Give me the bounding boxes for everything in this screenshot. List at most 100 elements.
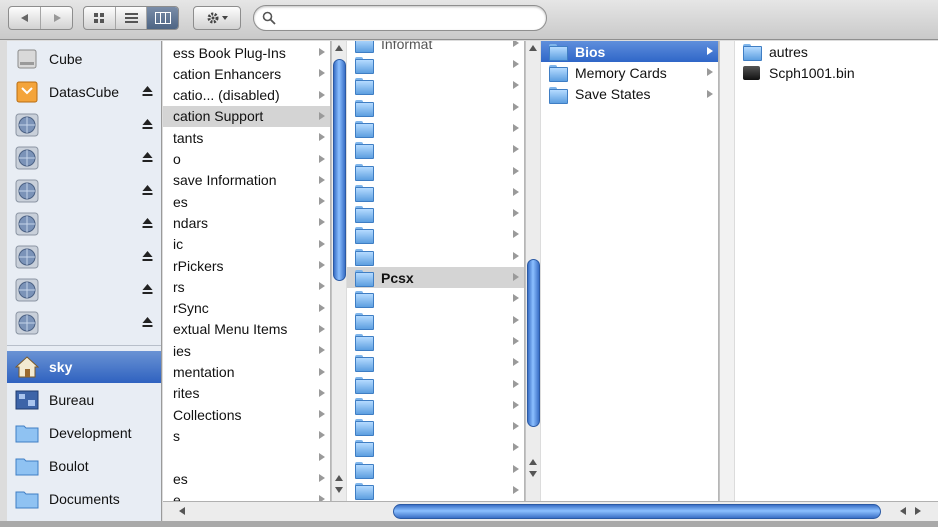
row-label: rs (173, 278, 185, 295)
list-item[interactable]: ndars (163, 212, 330, 233)
list-item[interactable] (347, 246, 524, 267)
scroll-down-arrow[interactable] (529, 471, 537, 477)
list-item[interactable]: Scph1001.bin (735, 62, 938, 83)
sidebar-item-network-volume[interactable] (7, 109, 161, 141)
scroll-thumb[interactable] (527, 259, 540, 427)
list-item[interactable]: cation Support (163, 105, 330, 127)
eject-icon[interactable] (142, 250, 153, 262)
list-item[interactable] (347, 459, 524, 480)
list-item[interactable] (347, 352, 524, 373)
list-item[interactable]: save Information (163, 170, 330, 191)
list-item[interactable]: Bios (541, 41, 718, 62)
sidebar-item-sky[interactable]: sky (7, 351, 161, 383)
list-item[interactable] (347, 288, 524, 309)
list-item[interactable]: es (163, 468, 330, 489)
list-item[interactable] (347, 97, 524, 118)
list-item[interactable]: e (163, 489, 330, 501)
list-item[interactable]: s (163, 425, 330, 446)
list-item[interactable]: rPickers (163, 255, 330, 276)
list-item[interactable]: rSync (163, 298, 330, 319)
list-item[interactable]: Memory Cards (541, 62, 718, 83)
column-1-scrollbar[interactable] (331, 41, 346, 501)
sidebar-item-network-volume[interactable] (7, 307, 161, 339)
list-item[interactable]: mentation (163, 362, 330, 383)
list-item[interactable] (347, 374, 524, 395)
forward-button[interactable] (41, 7, 72, 29)
sidebar-item-datascube[interactable]: DatasCube (7, 76, 161, 108)
list-item[interactable] (347, 182, 524, 203)
eject-icon[interactable] (142, 283, 153, 295)
scroll-down-arrow[interactable] (335, 487, 343, 493)
list-item[interactable]: tants (163, 127, 330, 148)
list-item[interactable]: ic (163, 234, 330, 255)
scroll-up-arrow[interactable] (529, 459, 537, 465)
sidebar-item-network-volume[interactable] (7, 274, 161, 306)
search-input[interactable] (280, 10, 538, 26)
list-item[interactable] (347, 75, 524, 96)
list-item[interactable] (347, 437, 524, 458)
list-item[interactable]: o (163, 149, 330, 170)
list-item[interactable] (347, 139, 524, 160)
icon-view-button[interactable] (84, 7, 116, 29)
scroll-right-arrow[interactable] (915, 507, 921, 515)
column-2-scrollbar[interactable] (525, 41, 540, 501)
list-item[interactable] (347, 331, 524, 352)
list-item[interactable] (347, 480, 524, 501)
eject-icon[interactable] (142, 85, 153, 97)
scroll-up-arrow[interactable] (335, 45, 343, 51)
eject-icon[interactable] (142, 316, 153, 328)
scroll-up-arrow[interactable] (529, 45, 537, 51)
back-button[interactable] (9, 7, 41, 29)
list-item[interactable]: es (163, 191, 330, 212)
eject-icon[interactable] (142, 184, 153, 196)
list-item[interactable]: autres (735, 41, 938, 62)
eject-icon[interactable] (142, 217, 153, 229)
list-item[interactable]: rites (163, 383, 330, 404)
list-view-button[interactable] (116, 7, 148, 29)
sidebar-item-network-volume[interactable] (7, 175, 161, 207)
list-item[interactable]: rs (163, 276, 330, 297)
sidebar-item-network-volume[interactable] (7, 208, 161, 240)
list-item[interactable] (347, 224, 524, 245)
horizontal-scrollbar[interactable] (163, 501, 938, 521)
scroll-left-arrow[interactable] (179, 507, 185, 515)
sidebar-item-bureau[interactable]: Bureau (7, 384, 161, 416)
disclosure-arrow-icon (513, 464, 519, 473)
list-item[interactable]: ess Book Plug-Ins (163, 42, 330, 63)
sidebar-item-network-volume[interactable] (7, 241, 161, 273)
list-item[interactable]: Collections (163, 404, 330, 425)
sidebar-item-boulot[interactable]: Boulot (7, 450, 161, 482)
list-item[interactable] (347, 118, 524, 139)
folder-icon (355, 483, 374, 500)
list-item[interactable] (347, 310, 524, 331)
sidebar-item-network-volume[interactable] (7, 142, 161, 174)
row-label: rSync (173, 300, 209, 317)
list-item[interactable] (163, 447, 330, 468)
list-item[interactable] (347, 203, 524, 224)
eject-icon[interactable] (142, 118, 153, 130)
column-view-button[interactable] (147, 7, 178, 29)
sidebar-item-development[interactable]: Development (7, 417, 161, 449)
scroll-thumb[interactable] (393, 504, 881, 519)
sidebar-item-label: Bureau (49, 392, 95, 408)
list-item[interactable]: cation Enhancers (163, 63, 330, 84)
row-label: Scph1001.bin (769, 64, 855, 81)
sidebar-item-documents[interactable]: Documents (7, 483, 161, 515)
list-item[interactable] (347, 416, 524, 437)
list-item[interactable] (347, 395, 524, 416)
list-item[interactable]: Save States (541, 84, 718, 105)
list-item[interactable]: ies (163, 340, 330, 361)
list-item[interactable] (347, 161, 524, 182)
list-item-partial[interactable]: Informat (347, 41, 524, 54)
scroll-left-arrow[interactable] (900, 507, 906, 515)
search-field[interactable] (253, 5, 547, 31)
sidebar-item-cube[interactable]: Cube (7, 43, 161, 75)
action-menu-button[interactable] (193, 6, 241, 30)
list-item[interactable]: extual Menu Items (163, 319, 330, 340)
list-item[interactable] (347, 54, 524, 75)
eject-icon[interactable] (142, 151, 153, 163)
scroll-thumb[interactable] (333, 59, 346, 281)
list-item[interactable]: catio... (disabled) (163, 85, 330, 106)
scroll-up-arrow[interactable] (335, 475, 343, 481)
list-item-pcsx[interactable]: Pcsx (347, 267, 524, 288)
